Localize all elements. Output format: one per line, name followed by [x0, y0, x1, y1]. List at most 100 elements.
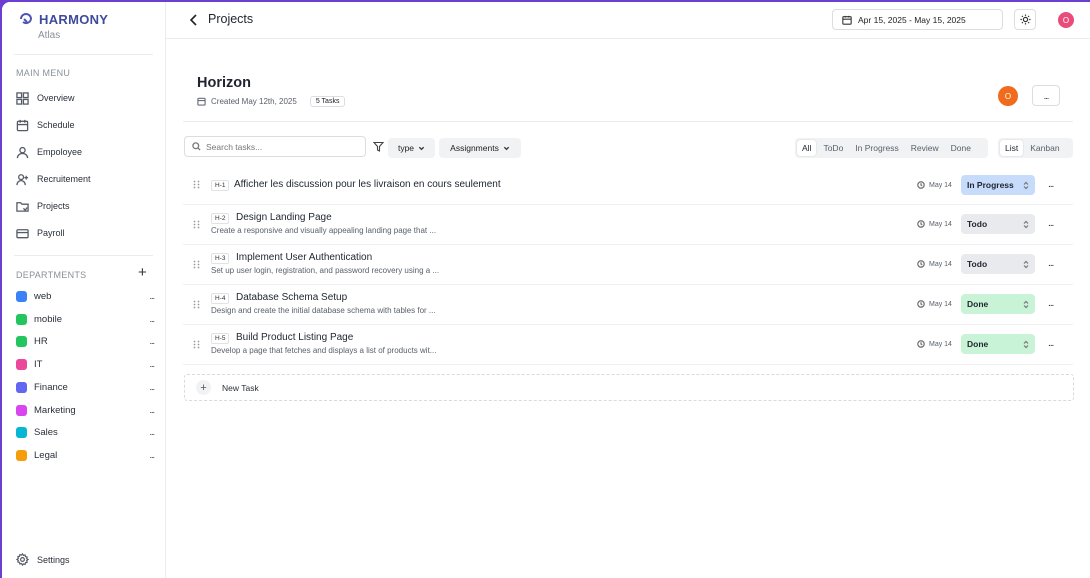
sidebar-item-payroll[interactable]: Payroll	[16, 225, 65, 241]
card-icon	[16, 228, 29, 238]
drag-handle-icon[interactable]	[193, 260, 200, 269]
chevron-left-icon[interactable]	[188, 13, 200, 27]
task-status-select[interactable]: In Progress	[961, 175, 1035, 195]
task-title[interactable]: Design Landing Page	[236, 212, 332, 223]
task-row[interactable]: H-5 Build Product Listing Page Develop a…	[183, 325, 1073, 365]
task-title[interactable]: Database Schema Setup	[236, 292, 347, 303]
date-range-picker[interactable]: Apr 15, 2025 - May 15, 2025	[832, 9, 1003, 30]
task-row[interactable]: H-4 Database Schema Setup Design and cre…	[183, 285, 1073, 325]
task-due-date: May 14	[917, 260, 952, 268]
task-more-button[interactable]: ...	[1048, 298, 1054, 309]
tab-review[interactable]: Review	[906, 140, 944, 156]
chevron-updown-icon	[1023, 260, 1029, 268]
department-legal[interactable]: Legal ...	[16, 448, 155, 462]
department-hr[interactable]: HR ...	[16, 334, 155, 348]
type-filter-dropdown[interactable]: type	[388, 138, 435, 158]
task-row[interactable]: H-2 Design Landing Page Create a respons…	[183, 205, 1073, 245]
drag-handle-icon[interactable]	[193, 340, 200, 349]
sidebar-item-employee[interactable]: Empoloyee	[16, 144, 82, 160]
task-id: H-1	[211, 180, 230, 191]
sidebar-item-overview[interactable]: Overview	[16, 90, 75, 106]
search-input[interactable]	[206, 141, 356, 152]
project-owner-avatar[interactable]: O	[998, 86, 1018, 106]
status-label: In Progress	[967, 180, 1014, 190]
department-more-button[interactable]: ...	[149, 427, 154, 437]
sidebar-divider	[14, 54, 153, 55]
department-label: Finance	[34, 381, 68, 393]
task-status-select[interactable]: Todo	[961, 254, 1035, 274]
chevron-updown-icon	[1023, 340, 1029, 348]
due-label: May 14	[929, 181, 952, 189]
department-more-button[interactable]: ...	[149, 405, 154, 415]
chevron-updown-icon	[1023, 300, 1029, 308]
task-status-select[interactable]: Done	[961, 334, 1035, 354]
department-more-button[interactable]: ...	[149, 336, 154, 346]
tab-kanban-view[interactable]: Kanban	[1025, 140, 1064, 156]
task-status-select[interactable]: Done	[961, 294, 1035, 314]
department-it[interactable]: IT ...	[16, 357, 155, 371]
user-avatar[interactable]: O	[1058, 12, 1074, 28]
department-sales[interactable]: Sales ...	[16, 425, 155, 439]
sidebar-item-settings[interactable]: Settings	[16, 553, 70, 566]
sidebar-item-projects[interactable]: Projects	[16, 198, 70, 214]
task-row[interactable]: H-1 Afficher les discussion pour les liv…	[183, 165, 1073, 205]
department-web[interactable]: web ...	[16, 289, 155, 303]
view-switcher: List Kanban	[998, 138, 1073, 158]
search-box[interactable]	[184, 136, 366, 157]
sidebar-item-label: Recruitement	[37, 174, 91, 184]
department-more-button[interactable]: ...	[149, 359, 154, 369]
department-more-button[interactable]: ...	[149, 314, 154, 324]
task-more-button[interactable]: ...	[1048, 218, 1054, 229]
task-title[interactable]: Implement User Authentication	[236, 252, 372, 263]
due-label: May 14	[929, 340, 952, 348]
filter-icon[interactable]	[373, 141, 384, 152]
project-more-button[interactable]: ...	[1032, 85, 1060, 106]
department-label: Legal	[34, 449, 58, 461]
user-icon	[16, 146, 29, 158]
calendar-icon	[197, 97, 206, 106]
task-status-select[interactable]: Todo	[961, 214, 1035, 234]
add-department-button[interactable]: +	[138, 265, 147, 280]
tab-all[interactable]: All	[797, 140, 817, 156]
department-more-button[interactable]: ...	[149, 291, 154, 301]
department-marketing[interactable]: Marketing ...	[16, 403, 155, 417]
tab-done[interactable]: Done	[946, 140, 976, 156]
type-filter-label: type	[397, 143, 415, 153]
drag-handle-icon[interactable]	[193, 300, 200, 309]
department-color-dot	[16, 313, 27, 325]
folder-icon	[16, 201, 29, 212]
department-more-button[interactable]: ...	[149, 382, 154, 392]
task-row[interactable]: H-3 Implement User Authentication Set up…	[183, 245, 1073, 285]
task-description: Create a responsive and visually appeali…	[211, 226, 437, 235]
tab-todo[interactable]: ToDo	[818, 140, 848, 156]
status-label: Done	[967, 339, 989, 349]
clock-icon	[917, 260, 925, 268]
department-mobile[interactable]: mobile ...	[16, 312, 155, 326]
department-color-dot	[16, 381, 27, 393]
tab-list-view[interactable]: List	[1000, 140, 1024, 156]
theme-toggle-button[interactable]	[1014, 9, 1036, 30]
task-title[interactable]: Afficher les discussion pour les livrais…	[234, 179, 501, 190]
assignments-filter-dropdown[interactable]: Assignments	[439, 138, 521, 158]
department-finance[interactable]: Finance ...	[16, 380, 155, 394]
chevron-updown-icon	[1023, 181, 1029, 189]
task-title[interactable]: Build Product Listing Page	[236, 332, 353, 343]
drag-handle-icon[interactable]	[193, 180, 200, 189]
task-more-button[interactable]: ...	[1048, 258, 1054, 269]
brand[interactable]: HARMONY	[18, 11, 108, 27]
task-more-button[interactable]: ...	[1048, 338, 1054, 349]
tab-in-progress[interactable]: In Progress	[850, 140, 903, 156]
grid-icon	[16, 91, 29, 105]
department-color-dot	[16, 335, 27, 347]
department-label: mobile	[34, 313, 62, 325]
app-window: HARMONY Atlas MAIN MENU Overview Schedul…	[2, 2, 1090, 578]
sidebar-item-schedule[interactable]: Schedule	[16, 117, 75, 133]
task-count-badge: 5 Tasks	[309, 96, 346, 107]
drag-handle-icon[interactable]	[193, 220, 200, 229]
user-plus-icon	[16, 173, 29, 185]
sidebar-item-recruitement[interactable]: Recruitement	[16, 171, 91, 187]
new-task-button[interactable]: + New Task	[184, 374, 1074, 401]
task-description: Design and create the initial database s…	[211, 306, 436, 315]
task-more-button[interactable]: ...	[1048, 179, 1054, 190]
department-more-button[interactable]: ...	[149, 450, 154, 460]
